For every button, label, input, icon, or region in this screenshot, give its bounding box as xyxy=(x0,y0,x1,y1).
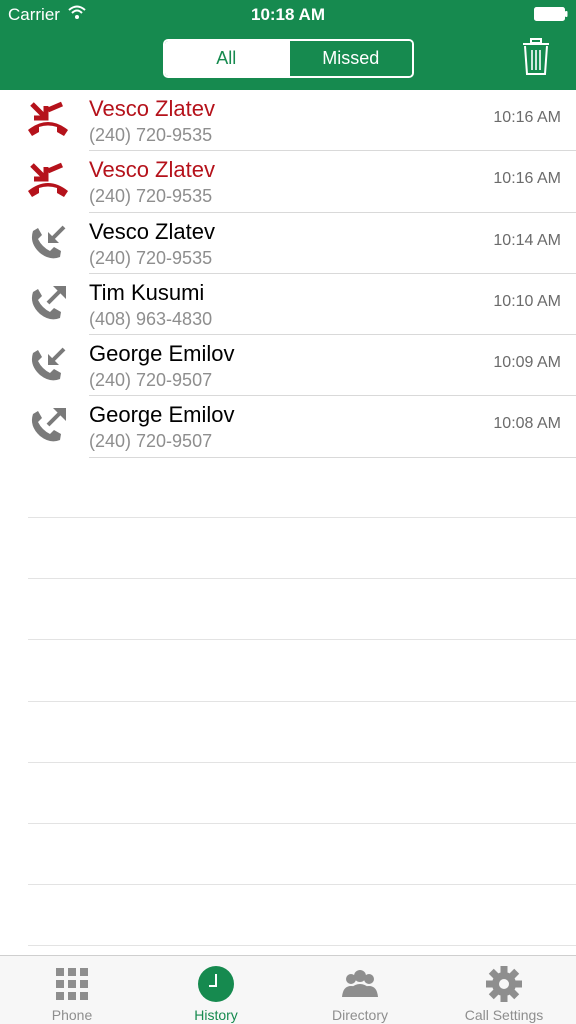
outgoing-call-icon xyxy=(31,285,66,320)
call-row[interactable]: Vesco Zlatev (240) 720-9535 10:14 AM xyxy=(0,213,576,274)
empty-row-divider xyxy=(28,578,576,579)
call-row[interactable]: Vesco Zlatev (240) 720-9535 10:16 AM xyxy=(0,151,576,213)
contacts-icon xyxy=(342,970,378,997)
tab-history[interactable]: History xyxy=(144,956,288,1024)
status-bar: Carrier 10:18 AM xyxy=(0,0,576,30)
segment-all[interactable]: All xyxy=(165,41,288,76)
tab-call-settings[interactable]: Call Settings xyxy=(432,956,576,1024)
call-time: 10:14 AM xyxy=(493,231,561,249)
call-time: 10:08 AM xyxy=(493,415,561,433)
contact-number: (408) 963-4830 xyxy=(89,308,213,329)
call-history-list: Vesco Zlatev (240) 720-9535 10:16 AM Ves… xyxy=(0,90,576,458)
segment-missed[interactable]: Missed xyxy=(287,41,412,76)
call-time: 10:10 AM xyxy=(493,292,561,310)
tab-bar: Phone History Directory Call Settings xyxy=(0,955,576,1024)
call-row[interactable]: Tim Kusumi (408) 963-4830 10:10 AM xyxy=(0,274,576,336)
tab-label: Phone xyxy=(51,1007,93,1023)
call-filter-segmented-control: All Missed xyxy=(163,39,414,78)
empty-row-divider xyxy=(28,945,576,946)
empty-row-divider xyxy=(28,701,576,702)
contact-number: (240) 720-9535 xyxy=(89,247,213,268)
empty-row-divider xyxy=(28,517,576,518)
call-time: 10:16 AM xyxy=(493,109,561,126)
missed-call-icon xyxy=(28,101,68,136)
outgoing-call-icon xyxy=(31,408,66,442)
tab-label: History xyxy=(194,1007,238,1023)
battery-icon xyxy=(534,7,568,21)
row-divider xyxy=(89,456,576,458)
empty-row-divider xyxy=(28,762,576,763)
contact-name: George Emilov xyxy=(89,402,235,428)
empty-row-divider xyxy=(28,639,576,640)
incoming-call-icon xyxy=(31,225,66,258)
call-time: 10:16 AM xyxy=(493,170,561,188)
contact-number: (240) 720-9507 xyxy=(89,431,213,452)
contact-name: Tim Kusumi xyxy=(89,279,205,305)
call-row[interactable]: George Emilov (240) 720-9507 10:09 AM xyxy=(0,335,576,397)
keypad-icon xyxy=(56,968,88,1000)
contact-number: (240) 720-9507 xyxy=(89,370,213,391)
navigation-bar: Carrier 10:18 AM All Missed xyxy=(0,0,576,90)
contact-number: (240) 720-9535 xyxy=(89,186,213,207)
tab-phone[interactable]: Phone xyxy=(0,956,144,1024)
tab-directory[interactable]: Directory xyxy=(288,956,432,1024)
contact-name: George Emilov xyxy=(89,341,235,367)
contact-number: (240) 720-9535 xyxy=(89,125,213,145)
call-row[interactable]: George Emilov (240) 720-9507 10:08 AM xyxy=(0,396,576,458)
empty-row-divider xyxy=(28,884,576,885)
empty-row-divider xyxy=(28,823,576,824)
incoming-call-icon xyxy=(31,347,66,381)
status-time: 10:18 AM xyxy=(250,5,325,24)
contact-name: Vesco Zlatev xyxy=(89,157,215,183)
tab-label: Directory xyxy=(331,1007,388,1023)
clock-icon xyxy=(198,966,234,1002)
contact-name: Vesco Zlatev xyxy=(89,218,215,244)
trash-icon[interactable] xyxy=(522,38,550,76)
call-time: 10:09 AM xyxy=(493,354,561,372)
contact-name: Vesco Zlatev xyxy=(89,96,215,121)
gear-icon xyxy=(486,966,522,1002)
missed-call-icon xyxy=(28,162,68,198)
call-row[interactable]: Vesco Zlatev (240) 720-9535 10:16 AM xyxy=(0,90,576,152)
tab-label: Call Settings xyxy=(464,1007,544,1023)
